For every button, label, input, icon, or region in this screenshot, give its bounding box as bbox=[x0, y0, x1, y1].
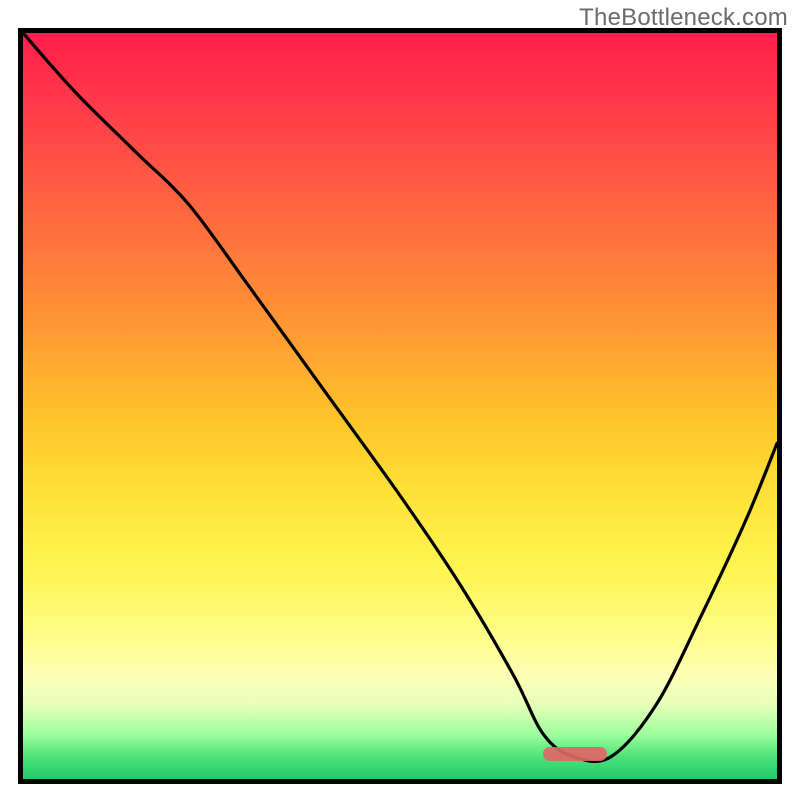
chart-stage: TheBottleneck.com bbox=[0, 0, 800, 800]
optimal-region-marker bbox=[543, 747, 607, 761]
bottleneck-curve bbox=[23, 33, 777, 779]
plot-frame bbox=[18, 28, 782, 784]
